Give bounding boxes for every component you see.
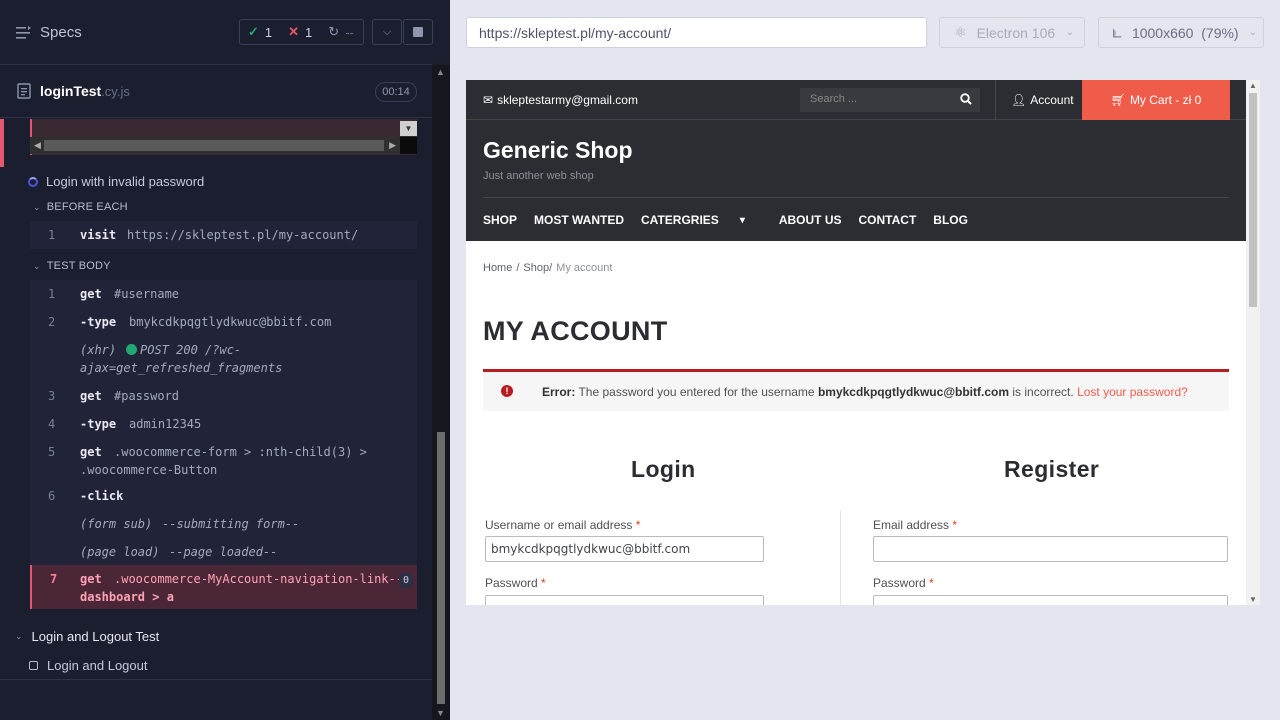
chevron-down-icon: ▾ [739, 214, 745, 226]
arrow-down-icon[interactable]: ▼ [400, 121, 417, 136]
chevron-down-icon: ⌄ [15, 631, 23, 641]
cypress-reporter: Specs ✓ 1 ✕ 1 ↻ -- ⌵ loginTest.cy.js 00:… [0, 0, 450, 720]
command-row[interactable]: 5 get .woocommerce-form > :nth-child(3) … [30, 445, 417, 481]
test-body-hook[interactable]: ⌄ TEST BODY [33, 260, 111, 272]
nav-item-contact[interactable]: CONTACT [859, 213, 917, 227]
url-bar[interactable]: https://skleptest.pl/my-account/ [466, 17, 927, 48]
nav-item-most-wanted[interactable]: MOST WANTED [534, 213, 624, 227]
shop-top-bar: ✉ skleptestarmy@gmail.com Search ... 👤︎ … [466, 80, 1246, 120]
specs-header: Specs ✓ 1 ✕ 1 ↻ -- ⌵ [0, 0, 433, 65]
before-each-hook[interactable]: ⌄ BEFORE EACH [33, 201, 128, 213]
spec-file-name[interactable]: loginTest.cy.js [40, 83, 130, 99]
contact-email[interactable]: ✉ skleptestarmy@gmail.com [483, 93, 638, 107]
shop-header: Generic Shop Just another web shop SHOP … [466, 120, 1246, 241]
xhr-row[interactable]: (xhr) POST 200 /?wc- ajax=get_refreshed_… [30, 343, 417, 379]
nav-item-blog[interactable]: BLOG [933, 213, 968, 227]
account-link[interactable]: 👤︎ Account [995, 80, 1082, 120]
site-title[interactable]: Generic Shop [483, 137, 633, 164]
password-label: Password * [485, 576, 546, 590]
arrow-right-icon[interactable]: ▶ [389, 140, 396, 151]
browser-selector[interactable]: ⚛ Electron 106 ⌄ [939, 17, 1085, 48]
username-field[interactable]: bmykcdkpqgtlydkwuc@bbitf.com [485, 536, 764, 562]
spinner-icon [28, 176, 38, 187]
passed-count: 1 [264, 24, 273, 40]
ruler-icon [1113, 28, 1122, 37]
stop-icon [413, 27, 423, 37]
cart-icon: 🛒︎ [1110, 93, 1126, 107]
envelope-icon: ✉ [483, 93, 494, 107]
chevron-down-icon: ⌄ [1065, 27, 1074, 38]
duration-badge: 00:14 [375, 82, 417, 102]
pending-icon: ↻ [328, 24, 340, 39]
site-tagline: Just another web shop [483, 170, 594, 182]
spec-title-row: loginTest.cy.js 00:14 [0, 66, 432, 118]
status-dot-icon [126, 344, 137, 355]
previous-error-snippet: ◀ ▶ ▼ [0, 119, 432, 167]
x-icon: ✕ [288, 24, 300, 39]
chevron-down-icon: ⌄ [33, 201, 41, 212]
horizontal-scrollbar[interactable]: ◀ ▶ [30, 137, 400, 154]
file-icon [17, 83, 31, 99]
menu-icon[interactable] [16, 26, 32, 40]
register-password-label: Password * [873, 576, 934, 590]
register-password-field[interactable] [873, 595, 1228, 605]
element-count-badge: 0 [399, 573, 413, 588]
password-field[interactable] [485, 595, 764, 605]
breadcrumb: Home / Shop/My account [483, 262, 613, 274]
breadcrumb-current: My account [556, 262, 613, 274]
aut-panel: https://skleptest.pl/my-account/ ⚛ Elect… [450, 0, 1280, 720]
viewport-selector[interactable]: 1000x660 (79%) ⌄ [1098, 17, 1264, 48]
test-title[interactable]: Login and Logout [29, 658, 147, 673]
app-under-test-frame: ✉ skleptestarmy@gmail.com Search ... 👤︎ … [466, 80, 1260, 605]
lost-password-link[interactable]: Lost your password? [1077, 385, 1188, 399]
nav-item-categories[interactable]: CATERGRIES ▾ [641, 213, 762, 227]
auto-scroll-button[interactable]: ⌵ [372, 19, 402, 45]
aut-scrollbar[interactable]: ▲ ▼ [1246, 80, 1260, 605]
stats-bar: ✓ 1 ✕ 1 ↻ -- [239, 19, 364, 45]
chevron-down-icon: ⌄ [1248, 27, 1257, 38]
main-nav: SHOP MOST WANTED CATERGRIES ▾ ABOUT US CO… [483, 213, 985, 227]
specs-label[interactable]: Specs [40, 24, 82, 41]
register-heading: Register [1004, 456, 1100, 482]
alert-icon: ! [501, 385, 513, 397]
electron-icon: ⚛ [954, 24, 967, 40]
suite-title[interactable]: ⌄ Login and Logout Test [15, 629, 159, 644]
check-icon: ✓ [248, 24, 259, 39]
email-label: Email address * [873, 518, 958, 532]
chevron-down-icon: ⌵ [382, 25, 392, 38]
arrow-left-icon[interactable]: ◀ [34, 140, 41, 151]
pending-square-icon [29, 661, 38, 670]
login-heading: Login [631, 456, 696, 482]
arrow-up-icon[interactable]: ▲ [1249, 81, 1257, 90]
breadcrumb-shop[interactable]: Shop [523, 262, 549, 274]
search-input[interactable]: Search ... [800, 88, 980, 112]
arrow-down-icon[interactable]: ▼ [436, 708, 445, 718]
hook-commands: 1 visit https://skleptest.pl/my-account/ [30, 221, 417, 249]
test-title[interactable]: Login with invalid password [28, 174, 204, 189]
breadcrumb-home[interactable]: Home [483, 262, 512, 274]
chevron-down-icon: ⌄ [33, 260, 41, 271]
failed-count: 1 [305, 24, 313, 40]
failed-command-row[interactable]: 7 get .woocommerce-MyAccount-navigation-… [30, 565, 417, 609]
error-notice: ! Error: The password you entered for th… [483, 369, 1229, 411]
pending-count: -- [345, 24, 354, 40]
arrow-down-icon[interactable]: ▼ [1249, 595, 1257, 604]
username-label: Username or email address * [485, 518, 641, 532]
stop-button[interactable] [403, 19, 433, 45]
cart-button[interactable]: 🛒︎ My Cart - zł 0 [1082, 80, 1230, 120]
test-body-commands: 1 get #username 2 -type bmykcdkpqgtlydkw… [30, 280, 417, 565]
user-icon: 👤︎ [1011, 93, 1027, 107]
search-icon[interactable] [960, 93, 972, 105]
arrow-up-icon[interactable]: ▲ [436, 67, 445, 77]
command-log: ◀ ▶ ▼ Login with invalid password ⌄ BEFO… [0, 119, 432, 720]
nav-item-shop[interactable]: SHOP [483, 213, 517, 227]
reporter-scrollbar[interactable]: ▲ ▼ [432, 65, 450, 720]
nav-item-about-us[interactable]: ABOUT US [779, 213, 842, 227]
page-title: MY ACCOUNT [483, 316, 668, 346]
register-email-field[interactable] [873, 536, 1228, 562]
